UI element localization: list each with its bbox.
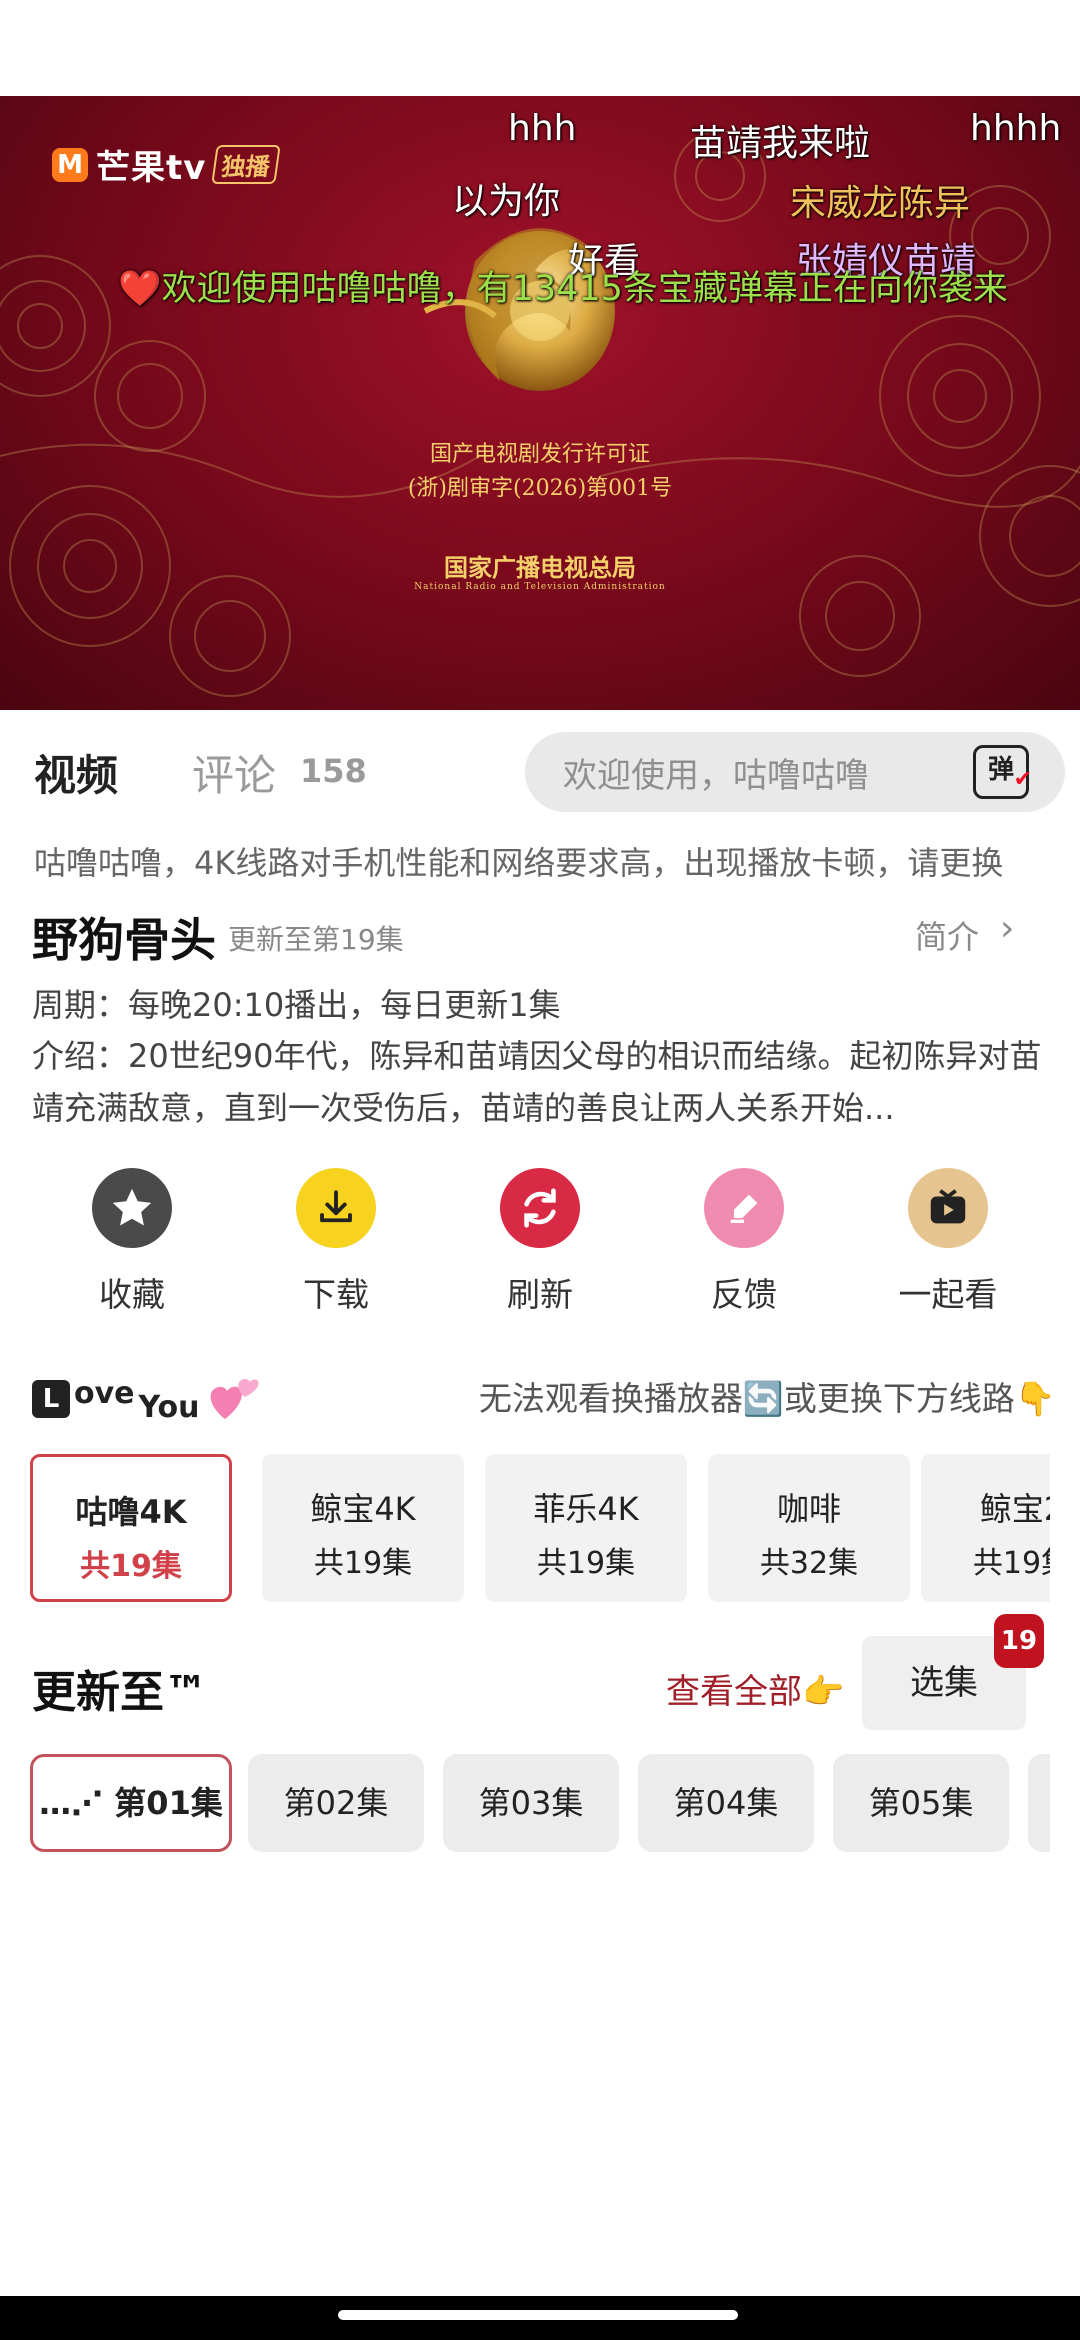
brand-name: 芒果tv (96, 148, 207, 188)
favorite-button[interactable]: 收藏 (52, 1168, 212, 1316)
line-option[interactable]: 咕噜4K 共19集 (30, 1454, 232, 1602)
edit-icon (704, 1168, 784, 1248)
license-title: 国产电视剧发行许可证 (429, 442, 650, 467)
love-badge-letter: L (32, 1379, 70, 1418)
episode-button[interactable]: 第04集 (638, 1754, 814, 1852)
episode-button[interactable]: 第02集 (248, 1754, 424, 1852)
home-indicator[interactable] (338, 2310, 738, 2320)
line-name: 咕噜4K (75, 1493, 187, 1531)
line-episode-count: 共19集 (313, 1546, 413, 1581)
line-name: 咖啡 (776, 1490, 841, 1528)
line-episode-count: 共19集 (536, 1546, 636, 1581)
danmu-input-placeholder: 欢迎使用，咕噜咕噜 (563, 755, 869, 796)
hearts-icon (211, 1378, 259, 1419)
intro-link[interactable]: 简介 (915, 912, 979, 958)
feedback-label: 反馈 (711, 1275, 777, 1314)
danmu-comment: hhhh (970, 108, 1062, 149)
download-icon (296, 1168, 376, 1248)
tv-icon (908, 1168, 988, 1248)
danmu-comment: hhh (508, 108, 577, 149)
danmu-welcome-message: ❤️欢迎使用咕噜咕噜，有13415条宝藏弹幕正在向你袭来 (118, 269, 1008, 309)
line-episode-count: 共19集 (80, 1549, 182, 1584)
line-name: 菲乐4K (533, 1490, 639, 1528)
line-option[interactable]: 鲸宝4K 共19集 (262, 1454, 464, 1602)
administration-name: 国家广播电视总局 (444, 553, 636, 582)
line-option[interactable]: 咖啡 共32集 (708, 1454, 910, 1602)
watch-together-button[interactable]: 一起看 (868, 1168, 1028, 1316)
line-name: 鲸宝4K (310, 1490, 416, 1528)
show-description: 介绍：20世纪90年代，陈异和苗靖因父母的相识而结缘。起初陈异对苗靖充满敌意，直… (32, 1037, 1042, 1127)
line-name: 鲸宝2 (979, 1490, 1050, 1528)
mango-tv-logo: M 芒果tv 独播 (52, 140, 282, 189)
episodes-section-title: 更新至™ (32, 1667, 208, 1718)
danmu-comment: 以为你 (452, 181, 561, 222)
episode-button[interactable]: …⋰ 第01集 (30, 1754, 232, 1852)
refresh-button[interactable]: 刷新 (460, 1168, 620, 1316)
danmu-comment: 苗靖我来啦 (690, 123, 871, 164)
show-title: 野狗骨头 (32, 913, 216, 967)
watch-together-label: 一起看 (898, 1275, 998, 1314)
chevron-right-icon[interactable]: › (1000, 908, 1014, 949)
line-option[interactable]: 鲸宝2 共19集 (921, 1454, 1050, 1602)
administration-name-en: National Radio and Television Administra… (414, 582, 666, 592)
tab-video[interactable]: 视频 (34, 742, 118, 803)
episode-button[interactable]: 第05集 (833, 1754, 1009, 1852)
exclusive-badge: 独播 (211, 145, 282, 184)
switch-line-hint: 无法观看换播放器🔄或更换下方线路👇 (478, 1379, 1056, 1418)
download-button[interactable]: 下载 (256, 1168, 416, 1316)
favorite-label: 收藏 (99, 1275, 165, 1314)
danmu-comment: 宋威龙陈异 (790, 183, 971, 224)
check-icon: ✔ (1013, 767, 1032, 792)
update-status: 更新至第19集 (228, 923, 404, 956)
playing-indicator-icon: …⋰ (39, 1784, 104, 1822)
line-list-overflow: 鲸宝2 共19集 (921, 1454, 1050, 1602)
episode-button[interactable] (1028, 1754, 1050, 1852)
danmu-toggle-icon[interactable]: 弹 ✔ (973, 745, 1032, 799)
status-bar (0, 0, 1080, 96)
line-option[interactable]: 菲乐4K 共19集 (485, 1454, 687, 1602)
schedule-text: 周期：每晚20:10播出，每日更新1集 (32, 986, 561, 1024)
love-badge-you: You (138, 1390, 200, 1425)
video-player[interactable]: M 芒果tv 独播 国产电视剧发行许可证 (浙)剧审字(2026)第001号 国… (0, 96, 1080, 710)
view-all-link[interactable]: 查看全部👉 (666, 1664, 844, 1713)
notice-marquee: 咕噜咕噜，4K线路对手机性能和网络要求高，出现播放卡顿，请更换 (34, 844, 1004, 882)
mango-logo-icon: M (52, 147, 88, 182)
download-label: 下载 (303, 1275, 369, 1314)
love-badge-ove: ove (74, 1376, 135, 1411)
episode-button[interactable]: 第03集 (443, 1754, 619, 1852)
episode-count-badge: 19 (994, 1614, 1044, 1668)
license-number: (浙)剧审字(2026)第001号 (407, 476, 673, 501)
comment-count: 158 (300, 752, 367, 790)
line-episode-count: 共19集 (972, 1546, 1050, 1581)
danmu-toggle-label: 弹 (987, 755, 1014, 785)
feedback-button[interactable]: 反馈 (664, 1168, 824, 1316)
refresh-label: 刷新 (507, 1275, 573, 1314)
episode-list-overflow (1028, 1754, 1050, 1852)
tab-comments[interactable]: 评论 (192, 742, 276, 803)
star-icon (92, 1168, 172, 1248)
line-episode-count: 共32集 (759, 1546, 859, 1581)
love-you-badge: L ove You (32, 1372, 261, 1425)
episode-label: 第01集 (114, 1784, 223, 1822)
refresh-icon (500, 1168, 580, 1248)
danmu-input[interactable]: 欢迎使用，咕噜咕噜 弹 ✔ (525, 732, 1065, 812)
